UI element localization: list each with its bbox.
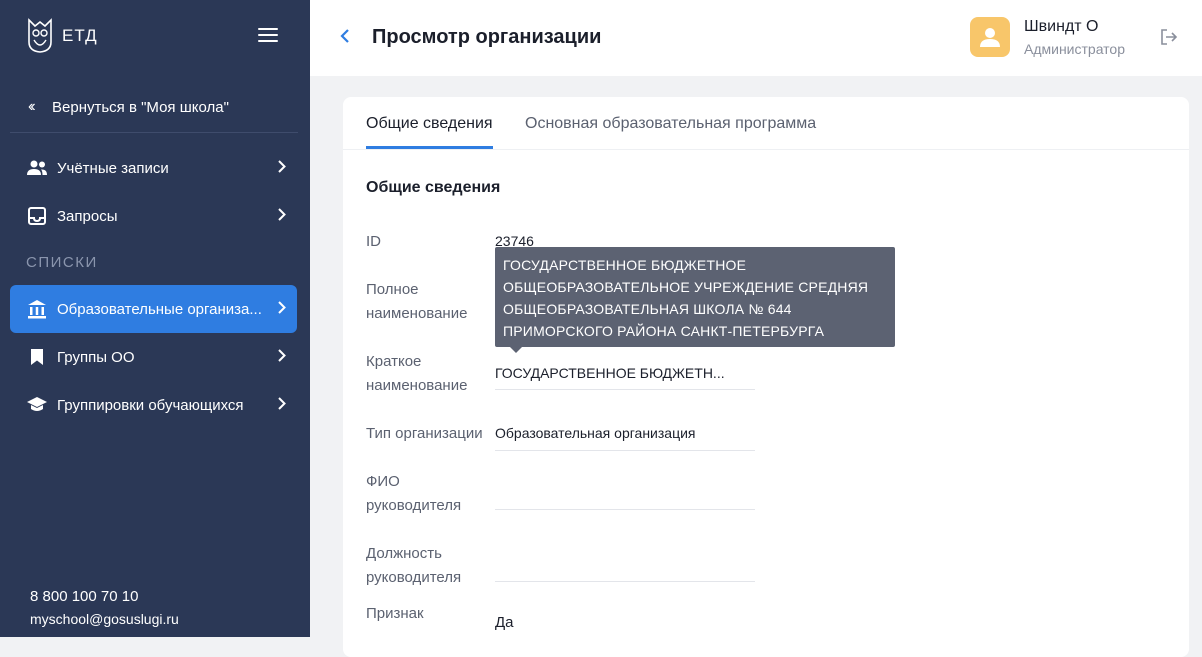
user-name: Швиндт О: [1024, 18, 1099, 35]
organization-card: Общие сведения Основная образовательная …: [343, 97, 1189, 657]
school-cap-icon: [26, 395, 48, 415]
logout-icon[interactable]: [1160, 29, 1178, 45]
id-label: ID: [366, 233, 381, 250]
back-link-label: Вернуться в "Моя школа": [52, 98, 229, 116]
user-role: Администратор: [1024, 41, 1126, 57]
page-title: Просмотр организации: [372, 26, 602, 48]
sidebar-item-label: Образовательные организа...: [57, 300, 262, 318]
full-name-tooltip: ГОСУДАРСТВЕННОЕ БЮДЖЕТНОЕ ОБЩЕОБРАЗОВАТЕ…: [495, 247, 895, 347]
section-label-lists: СПИСКИ: [26, 254, 98, 271]
tooltip-line-3: ОБЩЕОБРАЗОВАТЕЛЬНАЯ ШКОЛА № 644: [503, 301, 792, 317]
short-name-underline: [495, 389, 755, 390]
sidebar-item-oo-groups[interactable]: Группы ОО: [10, 333, 297, 381]
sidebar: ЕТД ‹‹ Вернуться в "Моя школа" Учётные з…: [0, 0, 310, 637]
org-type-label: Тип организации: [366, 425, 483, 442]
back-to-my-school-link[interactable]: ‹‹ Вернуться в "Моя школа": [28, 98, 229, 116]
full-name-label-line-1: Полное: [366, 281, 419, 298]
hamburger-menu-icon[interactable]: [258, 28, 278, 44]
head-name-underline: [495, 509, 755, 510]
support-email: myschool@gosuslugi.ru: [30, 611, 179, 627]
chevron-right-icon: [267, 208, 297, 224]
head-name-label-line-1: ФИО: [366, 473, 400, 490]
section-title: Общие сведения: [366, 179, 501, 196]
sidebar-item-label: Учётные записи: [57, 159, 169, 177]
head-position-underline: [495, 581, 755, 582]
sidebar-item-label: Группировки обучающихся: [57, 396, 244, 414]
back-chevron-icon[interactable]: [340, 24, 350, 50]
users-icon: [26, 158, 48, 178]
head-name-label-line-2: руководителя: [366, 497, 462, 514]
double-chevron-left-icon: ‹‹: [28, 98, 36, 115]
head-position-label-line-1: Должность: [366, 545, 442, 562]
sidebar-item-student-groupings[interactable]: Группировки обучающихся: [10, 381, 297, 429]
short-name-value[interactable]: ГОСУДАРСТВЕННОЕ БЮДЖЕТН...: [495, 365, 753, 381]
org-type-underline: [495, 450, 755, 451]
flag-label: Признак: [366, 605, 424, 622]
flag-value: Да: [495, 614, 514, 631]
chevron-right-icon: [267, 349, 297, 365]
full-name-label-line-2: наименование: [366, 305, 468, 322]
sidebar-item-label: Группы ОО: [57, 348, 135, 366]
head-position-label: Должность руководителя: [366, 542, 461, 590]
short-name-label-line-2: наименование: [366, 377, 468, 394]
avatar[interactable]: [970, 17, 1010, 57]
full-name-label: Полное наименование: [366, 278, 467, 326]
header: Просмотр организации Швиндт О Администра…: [310, 0, 1202, 76]
tab-general-info[interactable]: Общие сведения: [366, 115, 493, 133]
head-name-label: ФИО руководителя: [366, 470, 461, 518]
sidebar-item-organizations[interactable]: Образовательные организа...: [10, 285, 297, 333]
chevron-right-icon: [267, 160, 297, 176]
tooltip-line-1: ГОСУДАРСТВЕННОЕ БЮДЖЕТНОЕ: [503, 257, 747, 273]
short-name-label: Краткое наименование: [366, 350, 467, 398]
short-name-label-line-1: Краткое: [366, 353, 422, 370]
chevron-right-icon: [267, 397, 297, 413]
sidebar-item-accounts[interactable]: Учётные записи: [10, 144, 297, 192]
logo-row: ЕТД: [0, 0, 310, 76]
head-position-label-line-2: руководителя: [366, 569, 462, 586]
sidebar-item-requests[interactable]: Запросы: [10, 192, 297, 240]
tabs: Общие сведения Основная образовательная …: [343, 97, 1189, 150]
sidebar-divider: [10, 132, 298, 133]
institution-icon: [26, 299, 48, 319]
tooltip-arrow: [510, 347, 522, 353]
support-phone: 8 800 100 70 10: [30, 588, 139, 605]
chevron-right-icon: [267, 301, 297, 317]
owl-logo-icon: [28, 18, 52, 53]
tooltip-line-4: ПРИМОРСКОГО РАЙОНА САНКТ-ПЕТЕРБУРГА: [503, 323, 825, 339]
org-type-value: Образовательная организация: [495, 425, 696, 441]
active-tab-underline: [366, 146, 493, 149]
sidebar-item-label: Запросы: [57, 207, 118, 225]
inbox-icon: [26, 206, 48, 226]
logo-text: ЕТД: [62, 26, 98, 45]
user-icon: [980, 28, 1000, 47]
bookmark-icon: [26, 347, 48, 367]
tab-main-program[interactable]: Основная образовательная программа: [525, 115, 816, 133]
tooltip-line-2: ОБЩЕОБРАЗОВАТЕЛЬНОЕ УЧРЕЖДЕНИЕ СРЕДНЯЯ: [503, 279, 869, 295]
